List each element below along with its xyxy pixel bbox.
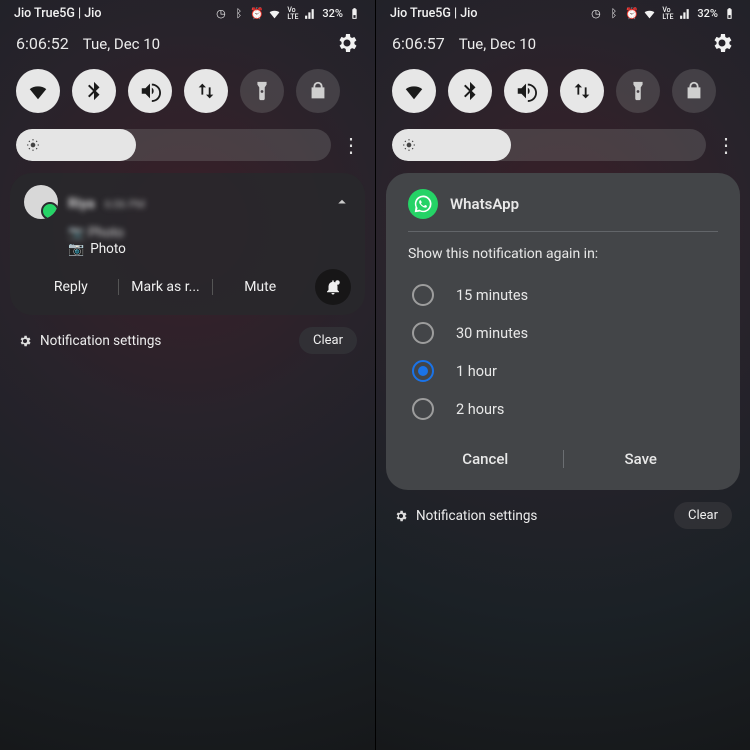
wifi-status-icon (643, 7, 656, 20)
whatsapp-icon (408, 189, 438, 219)
chevron-up-icon[interactable] (333, 193, 351, 211)
snooze-prompt: Show this notification again in: (408, 246, 718, 262)
brightness-icon (402, 138, 416, 152)
status-bar: Jio True5G | Jio ◷ ᛒ ⏰ VoLTE 32% (376, 0, 750, 23)
clock-row: 6:06:57 Tue, Dec 10 (376, 23, 750, 65)
settings-gear-icon[interactable] (335, 31, 359, 55)
wifi-status-icon (268, 7, 281, 20)
brightness-slider[interactable] (392, 129, 706, 161)
radio-selected-icon (412, 360, 434, 382)
clock-time: 6:06:57 (392, 34, 445, 53)
flashlight-toggle[interactable] (240, 69, 284, 113)
save-button[interactable]: Save (564, 444, 719, 474)
wifi-toggle[interactable] (16, 69, 60, 113)
clock-time: 6:06:52 (16, 34, 69, 53)
wifi-toggle[interactable] (392, 69, 436, 113)
notification-actions: Reply Mark as r... Mute (24, 269, 351, 305)
notification-time: 6:06 PM (105, 198, 145, 211)
mark-as-read-button[interactable]: Mark as r... (119, 273, 213, 301)
battery-percent: 32% (322, 7, 343, 20)
data-saver-icon: ◷ (214, 7, 227, 20)
bluetooth-status-icon: ᛒ (607, 7, 620, 20)
notification-settings-link[interactable]: Notification settings (18, 333, 161, 349)
data-toggle[interactable] (184, 69, 228, 113)
quick-settings-row (376, 65, 750, 123)
carrier-label: Jio True5G | Jio (390, 6, 477, 21)
battery-icon (348, 7, 361, 20)
screen-left: Jio True5G | Jio ◷ ᛒ ⏰ VoLTE 32% 6:06:52… (0, 0, 375, 750)
sound-toggle[interactable] (128, 69, 172, 113)
snooze-dialog: WhatsApp Show this notification again in… (386, 173, 740, 490)
brightness-row: ⋮ (16, 129, 359, 161)
mute-button[interactable]: Mute (213, 273, 307, 301)
notification-text: Photo (90, 241, 126, 257)
reply-button[interactable]: Reply (24, 273, 118, 301)
notification-card[interactable]: Riya 6:06 PM 📷 Photo 📷 Photo Reply Mark … (10, 173, 365, 315)
cancel-button[interactable]: Cancel (408, 444, 563, 474)
overflow-menu-icon[interactable]: ⋮ (341, 133, 359, 157)
clock-date: Tue, Dec 10 (459, 35, 536, 53)
quick-settings-row (0, 65, 375, 123)
snooze-option-15min[interactable]: 15 minutes (408, 276, 718, 314)
brightness-slider[interactable] (16, 129, 331, 161)
volte-icon: VoLTE (661, 7, 674, 20)
snooze-app-name: WhatsApp (450, 195, 519, 213)
gear-small-icon (394, 509, 408, 523)
radio-icon (412, 398, 434, 420)
alarm-icon: ⏰ (625, 7, 638, 20)
camera-icon: 📷 (68, 242, 84, 257)
snooze-option-1hour[interactable]: 1 hour (408, 352, 718, 390)
brightness-row: ⋮ (392, 129, 734, 161)
settings-gear-icon[interactable] (710, 31, 734, 55)
clock-row: 6:06:52 Tue, Dec 10 (0, 23, 375, 65)
sound-toggle[interactable] (504, 69, 548, 113)
volte-icon: VoLTE (286, 7, 299, 20)
signal-icon (304, 7, 317, 20)
notification-line-1: 📷 Photo (68, 225, 351, 241)
gear-small-icon (18, 334, 32, 348)
rotation-lock-toggle[interactable] (672, 69, 716, 113)
clock-date: Tue, Dec 10 (83, 35, 160, 53)
bluetooth-toggle[interactable] (448, 69, 492, 113)
data-saver-icon: ◷ (589, 7, 602, 20)
snooze-option-2hours[interactable]: 2 hours (408, 390, 718, 428)
clear-button[interactable]: Clear (674, 502, 732, 529)
battery-percent: 32% (697, 7, 718, 20)
alarm-icon: ⏰ (250, 7, 263, 20)
shade-footer: Notification settings Clear (0, 315, 375, 366)
shade-footer: Notification settings Clear (376, 490, 750, 541)
battery-icon (723, 7, 736, 20)
avatar (24, 185, 58, 219)
snooze-bell-button[interactable] (315, 269, 351, 305)
flashlight-toggle[interactable] (616, 69, 660, 113)
radio-icon (412, 322, 434, 344)
brightness-icon (26, 138, 40, 152)
clear-button[interactable]: Clear (299, 327, 357, 354)
carrier-label: Jio True5G | Jio (14, 6, 101, 21)
notification-sender: Riya (68, 196, 95, 212)
overflow-menu-icon[interactable]: ⋮ (716, 133, 734, 157)
status-bar: Jio True5G | Jio ◷ ᛒ ⏰ VoLTE 32% (0, 0, 375, 23)
snooze-option-30min[interactable]: 30 minutes (408, 314, 718, 352)
signal-icon (679, 7, 692, 20)
notification-settings-link[interactable]: Notification settings (394, 508, 537, 524)
bluetooth-toggle[interactable] (72, 69, 116, 113)
notification-line-2: 📷 Photo (68, 241, 351, 257)
data-toggle[interactable] (560, 69, 604, 113)
bluetooth-status-icon: ᛒ (232, 7, 245, 20)
radio-icon (412, 284, 434, 306)
rotation-lock-toggle[interactable] (296, 69, 340, 113)
screen-right: Jio True5G | Jio ◷ ᛒ ⏰ VoLTE 32% 6:06:57… (375, 0, 750, 750)
